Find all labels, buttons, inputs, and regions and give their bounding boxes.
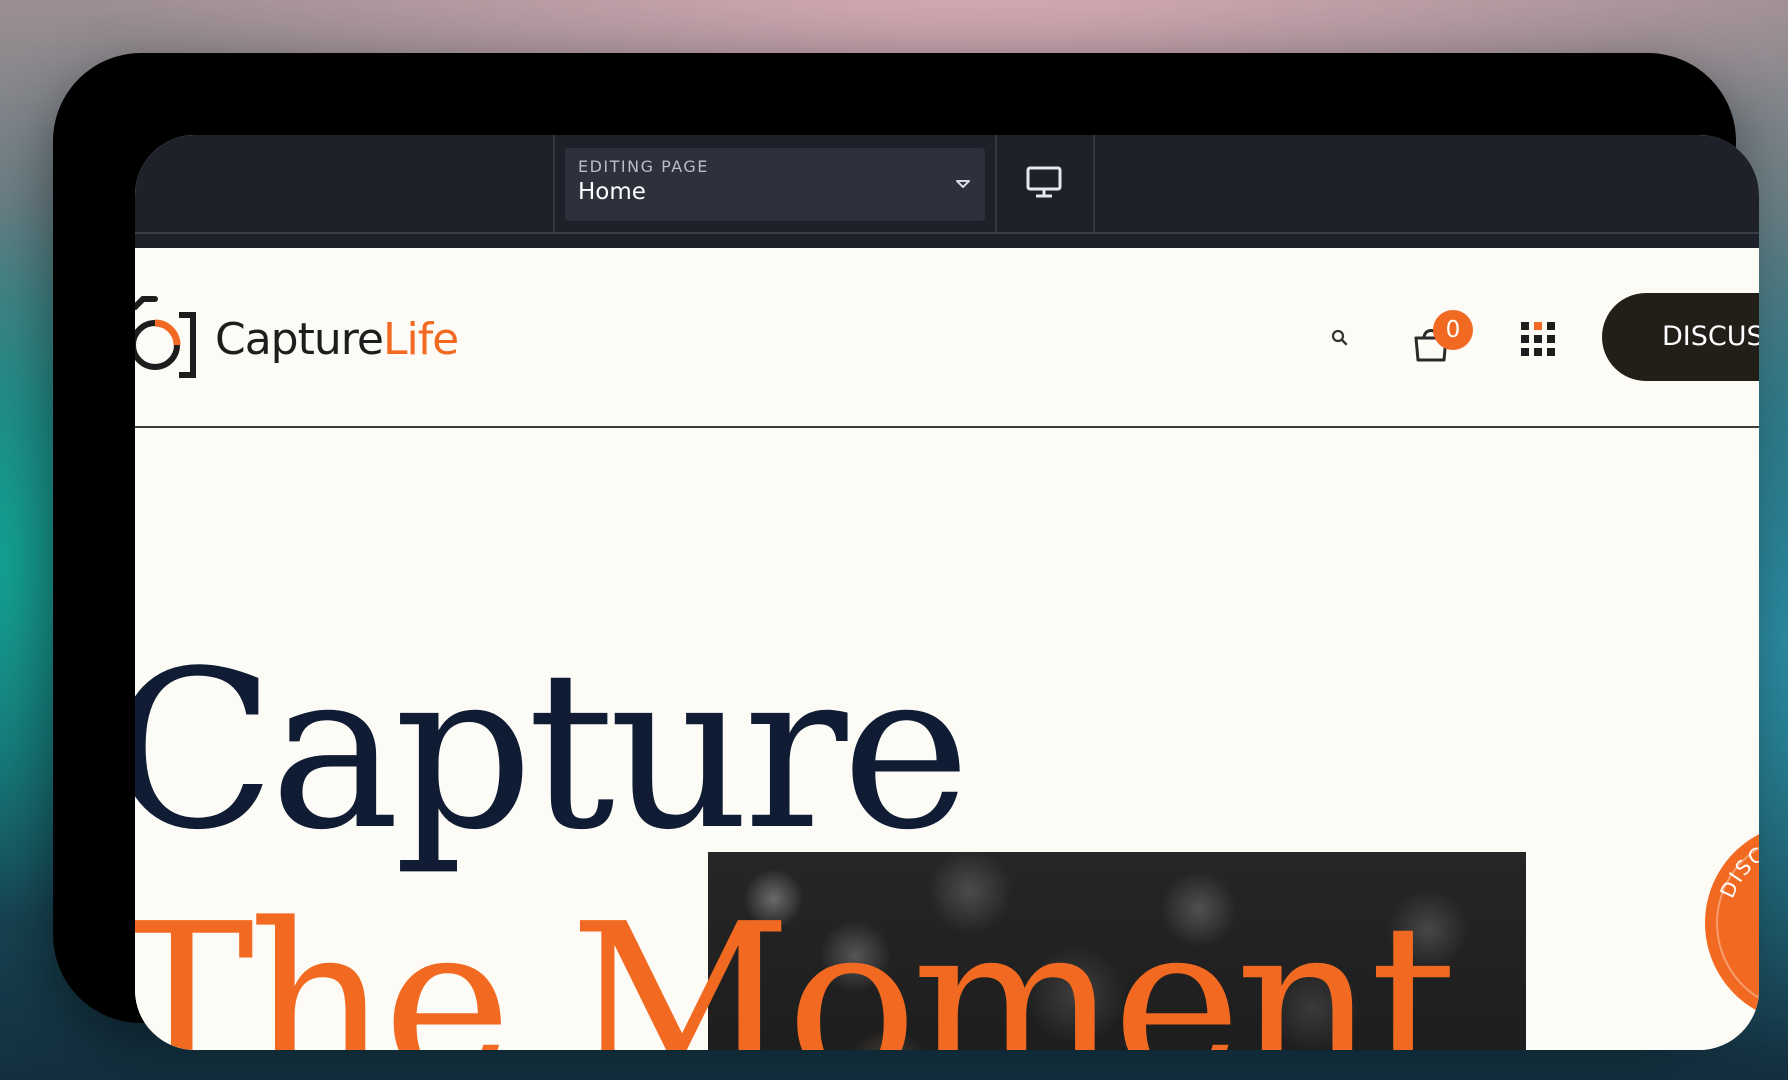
editing-page-value: Home	[578, 179, 646, 205]
canvas-gap	[135, 234, 1759, 248]
toolbar-divider	[1093, 135, 1095, 232]
logo-wordmark: CaptureLife	[215, 313, 459, 365]
desktop-view-button[interactable]	[997, 135, 1093, 232]
cart-button[interactable]: 0	[1411, 310, 1475, 370]
hero-title-line2: The Moment	[135, 878, 1457, 1051]
seal-ring: DISCUSS THE PR	[1715, 828, 1759, 1000]
svg-text:DISCUSS THE PR: DISCUSS THE PR	[1715, 828, 1759, 905]
hero-section: Capture The Moment DISCUSS THE PR	[135, 428, 1759, 1050]
discuss-project-button[interactable]: DISCUSS	[1602, 293, 1759, 381]
discuss-project-seal[interactable]: DISCUSS THE PR	[1705, 823, 1759, 1023]
logo-word-dark: Capture	[215, 313, 384, 365]
logo-word-accent: Life	[382, 313, 459, 365]
site-logo[interactable]: CaptureLife	[135, 294, 459, 384]
hero-title-line1: Capture	[135, 625, 971, 878]
tablet-frame: EDITING PAGE Home CaptureLife 0 DISCUS C…	[53, 53, 1759, 1050]
editor-toolbar: EDITING PAGE Home	[135, 135, 1759, 234]
editing-page-select[interactable]: EDITING PAGE Home	[565, 148, 985, 221]
seal-text: DISCUSS THE PR	[1715, 828, 1759, 905]
search-icon[interactable]	[1327, 325, 1353, 351]
cart-count-badge: 0	[1433, 310, 1473, 350]
site-header: CaptureLife 0 DISCUS	[135, 248, 1759, 428]
desktop-monitor-icon	[1026, 166, 1062, 198]
toolbar-divider	[553, 135, 555, 232]
grid-menu-icon[interactable]	[1520, 321, 1556, 357]
camera-logo-icon	[135, 296, 196, 378]
device-screen: EDITING PAGE Home CaptureLife 0 DISCUS C…	[135, 135, 1759, 1050]
caret-down-icon	[956, 180, 970, 188]
editing-page-label: EDITING PAGE	[578, 157, 709, 176]
